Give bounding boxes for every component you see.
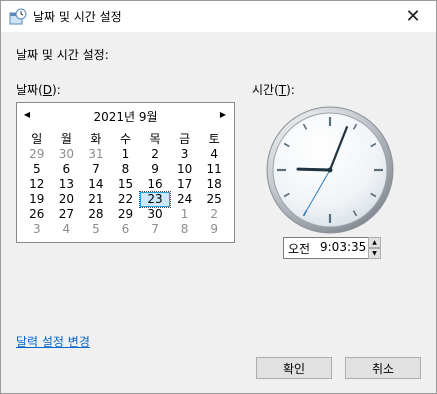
weekday-header: 수 xyxy=(119,132,131,146)
calendar-day[interactable]: 24 xyxy=(170,192,200,207)
calendar-day[interactable]: 10 xyxy=(170,162,200,177)
calendar-day[interactable]: 16 xyxy=(140,177,170,192)
weekday-header: 화 xyxy=(90,132,102,146)
calendar-day[interactable]: 8 xyxy=(111,162,141,177)
time-input[interactable]: 오전 9:03:35 xyxy=(283,237,369,259)
spin-up-icon[interactable]: ▲ xyxy=(368,237,381,248)
calendar-day[interactable]: 11 xyxy=(199,162,229,177)
calendar-day[interactable]: 8 xyxy=(170,222,200,237)
calendar-day[interactable]: 2 xyxy=(199,207,229,222)
window-title: 날짜 및 시간 설정 xyxy=(33,10,122,24)
calendar-day[interactable]: 6 xyxy=(111,222,141,237)
calendar-day[interactable]: 29 xyxy=(111,207,141,222)
calendar-day[interactable]: 3 xyxy=(22,222,52,237)
calendar-day[interactable]: 5 xyxy=(81,222,111,237)
calendar-month-title[interactable]: 2021년 9월 xyxy=(17,108,234,125)
calendar-day[interactable]: 29 xyxy=(22,147,52,162)
calendar-day[interactable]: 26 xyxy=(22,207,52,222)
weekday-header: 목 xyxy=(149,132,161,146)
calendar-day[interactable]: 1 xyxy=(170,207,200,222)
calendar-day[interactable]: 9 xyxy=(140,162,170,177)
hour-hand xyxy=(296,167,332,172)
analog-clock xyxy=(266,106,394,234)
weekday-header: 금 xyxy=(179,132,191,146)
calendar-day[interactable]: 15 xyxy=(111,177,141,192)
month-calendar[interactable]: ◀ 2021년 9월 ▶ 일 월 화 수 목 금 토 29 30 31 1 2 3 4 5 6 7 8 9 10 11 1… xyxy=(16,102,235,243)
calendar-day[interactable]: 18 xyxy=(199,177,229,192)
calendar-day[interactable]: 4 xyxy=(52,222,82,237)
time-spinner[interactable]: ▲ ▼ xyxy=(368,237,381,259)
weekday-header: 월 xyxy=(60,132,72,146)
change-calendar-settings-link[interactable]: 달력 설정 변경 xyxy=(16,333,90,350)
close-button[interactable]: ✕ xyxy=(390,1,436,32)
calendar-day[interactable]: 20 xyxy=(52,192,82,207)
calendar-day[interactable]: 1 xyxy=(111,147,141,162)
cancel-button[interactable]: 취소 xyxy=(345,357,421,379)
calendar-day[interactable]: 22 xyxy=(111,192,141,207)
calendar-day[interactable]: 6 xyxy=(52,162,82,177)
calendar-day[interactable]: 30 xyxy=(52,147,82,162)
calendar-day[interactable]: 14 xyxy=(81,177,111,192)
calendar-day[interactable]: 31 xyxy=(81,147,111,162)
calendar-day[interactable]: 13 xyxy=(52,177,82,192)
title-bar: 날짜 및 시간 설정 ✕ xyxy=(1,1,436,32)
calendar-day[interactable]: 2 xyxy=(140,147,170,162)
weekday-header: 일 xyxy=(31,132,43,146)
next-month-icon[interactable]: ▶ xyxy=(218,110,228,120)
date-label: 날짜(D): xyxy=(16,83,61,97)
calendar-day[interactable]: 17 xyxy=(170,177,200,192)
calendar-day[interactable]: 7 xyxy=(140,222,170,237)
dialog-heading: 날짜 및 시간 설정: xyxy=(16,48,109,62)
date-time-app-icon xyxy=(9,8,27,25)
calendar-day[interactable]: 3 xyxy=(170,147,200,162)
close-icon: ✕ xyxy=(405,6,421,27)
calendar-day[interactable]: 23 xyxy=(139,191,171,208)
weekday-header: 토 xyxy=(208,132,220,146)
calendar-day[interactable]: 25 xyxy=(199,192,229,207)
calendar-day[interactable]: 19 xyxy=(22,192,52,207)
calendar-day[interactable]: 27 xyxy=(52,207,82,222)
calendar-day[interactable]: 30 xyxy=(140,207,170,222)
calendar-day[interactable]: 21 xyxy=(81,192,111,207)
calendar-day[interactable]: 7 xyxy=(81,162,111,177)
date-time-settings-dialog: 날짜 및 시간 설정 ✕ 날짜 및 시간 설정: 날짜(D): 시간(T): ◀… xyxy=(0,0,437,394)
calendar-day-grid: 일 월 화 수 목 금 토 29 30 31 1 2 3 4 5 6 7 8 9 10 11 12 13 14 15 16 17 18… xyxy=(22,132,229,237)
calendar-day[interactable]: 28 xyxy=(81,207,111,222)
time-ampm[interactable]: 오전 xyxy=(288,240,310,257)
calendar-day[interactable]: 9 xyxy=(199,222,229,237)
calendar-day[interactable]: 12 xyxy=(22,177,52,192)
ok-button[interactable]: 확인 xyxy=(256,357,332,379)
calendar-day[interactable]: 4 xyxy=(199,147,229,162)
calendar-day[interactable]: 5 xyxy=(22,162,52,177)
time-value[interactable]: 9:03:35 xyxy=(320,240,366,254)
spin-down-icon[interactable]: ▼ xyxy=(368,248,381,259)
time-label: 시간(T): xyxy=(252,83,295,97)
